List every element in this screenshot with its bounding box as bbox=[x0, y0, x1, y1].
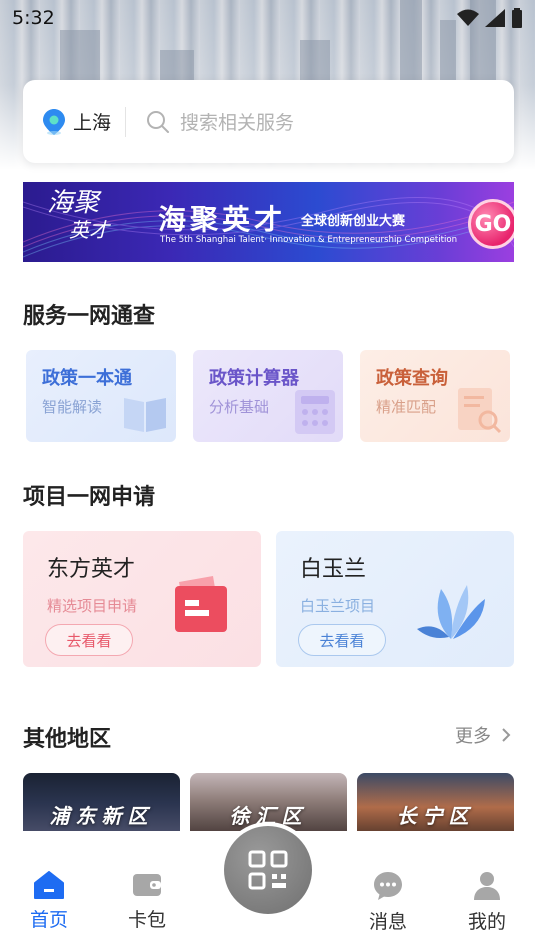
location-selector[interactable]: 上海 bbox=[43, 106, 127, 137]
service-name: 政策查询 bbox=[376, 368, 448, 389]
search-placeholder: 搜索相关服务 bbox=[180, 112, 295, 134]
service-policy-query[interactable]: 政策查询 精准匹配 bbox=[360, 350, 510, 442]
city-label: 上海 bbox=[73, 112, 112, 134]
projects-section-title: 项目一网申请 bbox=[23, 485, 156, 510]
service-policy-calculator[interactable]: 政策计算器 分析基础 bbox=[193, 350, 343, 442]
banner-english: The 5th Shanghai Talent· Innovation & En… bbox=[160, 235, 458, 245]
magnolia-icon bbox=[417, 585, 485, 639]
tab-label: 消息 bbox=[368, 911, 407, 933]
service-name: 政策计算器 bbox=[209, 368, 299, 389]
book-icon bbox=[124, 398, 166, 432]
banner-title: 海聚英才 bbox=[158, 203, 287, 236]
banner-subtitle: 全球创新创业大赛 bbox=[301, 214, 406, 229]
tab-label: 首页 bbox=[29, 909, 68, 931]
more-label: 更多 bbox=[455, 726, 491, 747]
banner-logo: 海聚 英才 bbox=[47, 188, 109, 242]
scan-button-inner bbox=[224, 826, 312, 914]
tab-wallet[interactable]: 卡包 bbox=[117, 871, 177, 932]
message-icon bbox=[374, 872, 402, 900]
scan-qr-button[interactable] bbox=[220, 822, 316, 918]
chevron-right-icon bbox=[502, 728, 511, 742]
region-card-changning[interactable]: 长宁区 bbox=[357, 773, 514, 835]
search-card: 上海 搜索相关服务 bbox=[23, 80, 514, 163]
search-icon bbox=[147, 110, 170, 133]
project-view-button[interactable]: 去看看 bbox=[298, 624, 386, 656]
tab-label: 卡包 bbox=[127, 909, 166, 931]
region-name: 长宁区 bbox=[396, 804, 475, 828]
project-card-magnolia[interactable]: 白玉兰 白玉兰项目 去看看 bbox=[276, 531, 514, 667]
tab-label: 我的 bbox=[467, 911, 506, 933]
home-icon bbox=[34, 871, 64, 899]
more-regions-link[interactable]: 更多 bbox=[455, 722, 511, 748]
services-section-title: 服务一网通查 bbox=[23, 304, 156, 329]
signal-icon bbox=[485, 9, 505, 27]
calculator-icon bbox=[295, 390, 335, 434]
regions-section-title: 其他地区 bbox=[23, 727, 112, 752]
document-search-icon bbox=[458, 388, 502, 434]
service-name: 政策一本通 bbox=[42, 368, 132, 389]
tab-profile[interactable]: 我的 bbox=[457, 871, 517, 934]
user-icon bbox=[474, 872, 500, 900]
region-name: 浦东新区 bbox=[49, 804, 154, 828]
folder-icon bbox=[175, 576, 227, 632]
battery-icon bbox=[512, 8, 522, 28]
wallet-icon bbox=[133, 874, 161, 896]
tab-messages[interactable]: 消息 bbox=[358, 871, 418, 934]
tab-home[interactable]: 首页 bbox=[19, 871, 79, 932]
promo-banner[interactable]: 海聚 英才 海聚英才 全球创新创业大赛 The 5th Shanghai Tal… bbox=[23, 182, 514, 262]
service-policy-handbook[interactable]: 政策一本通 智能解读 bbox=[26, 350, 176, 442]
location-pin-icon bbox=[43, 108, 65, 135]
project-view-button[interactable]: 去看看 bbox=[45, 624, 133, 656]
banner-go-button[interactable]: GO bbox=[468, 199, 514, 249]
search-input[interactable]: 搜索相关服务 bbox=[126, 108, 294, 135]
region-card-pudong[interactable]: 浦东新区 bbox=[23, 773, 180, 835]
project-card-dongfang[interactable]: 东方英才 精选项目申请 去看看 bbox=[23, 531, 261, 667]
status-bar: 5:32 bbox=[0, 0, 535, 36]
wifi-icon bbox=[457, 9, 479, 26]
qr-scan-icon bbox=[248, 850, 288, 890]
status-icons bbox=[457, 8, 523, 28]
status-time: 5:32 bbox=[12, 7, 55, 29]
